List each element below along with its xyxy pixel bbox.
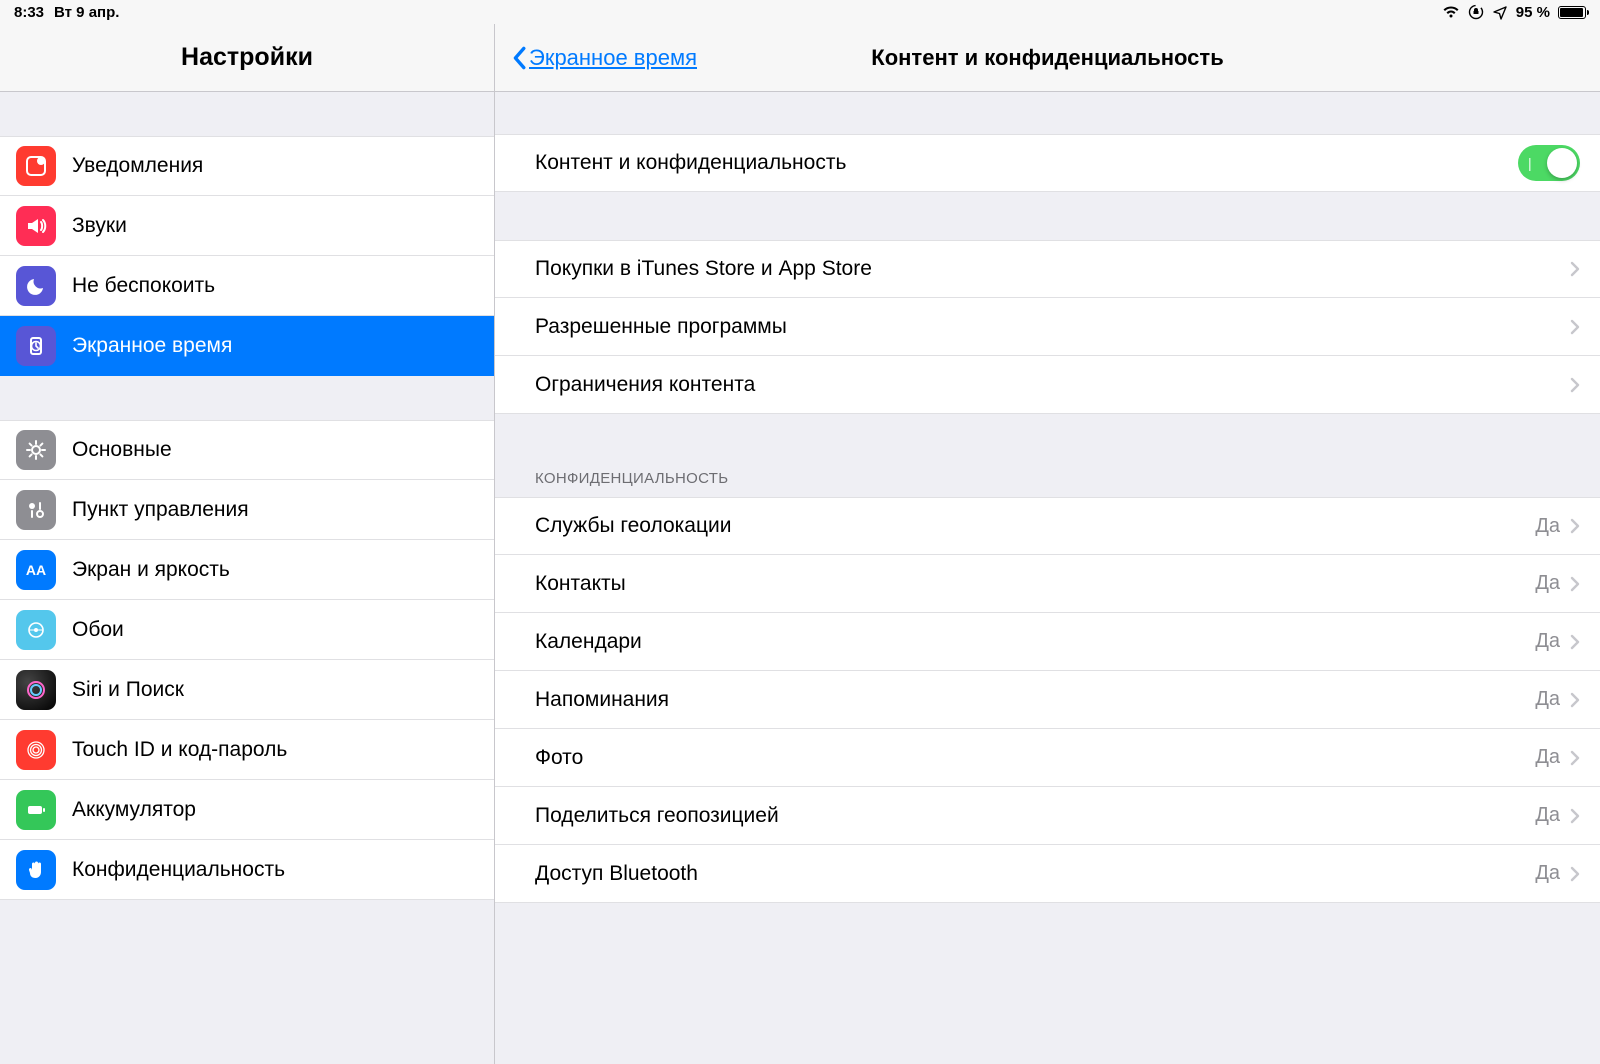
row-label: Покупки в iTunes Store и App Store — [535, 257, 1570, 281]
row-label: Календари — [535, 630, 1535, 654]
privacy-row[interactable]: Доступ Bluetooth Да — [495, 845, 1600, 903]
sidebar-item-label: Не беспокоить — [72, 274, 215, 298]
sidebar-item-label: Основные — [72, 438, 172, 462]
privacy-group-header: КОНФИДЕНЦИАЛЬНОСТЬ — [495, 462, 1600, 497]
orientation-lock-icon — [1468, 4, 1484, 20]
sidebar-item-label: Обои — [72, 618, 124, 642]
row-value: Да — [1535, 862, 1560, 885]
sidebar-item-display[interactable]: Экран и яркость — [0, 540, 494, 600]
chevron-right-icon — [1570, 518, 1580, 534]
sidebar-item-screentime[interactable]: Экранное время — [0, 316, 494, 376]
sidebar-item-battery[interactable]: Аккумулятор — [0, 780, 494, 840]
settings-sidebar: Настройки Уведомления Звуки Не беспокоит… — [0, 24, 495, 1064]
screentime-icon — [16, 326, 56, 366]
sidebar-item-label: Экранное время — [72, 334, 232, 358]
settings-row[interactable]: Разрешенные программы — [495, 298, 1600, 356]
row-label: Напоминания — [535, 688, 1535, 712]
row-label: Службы геолокации — [535, 514, 1535, 538]
chevron-right-icon — [1570, 576, 1580, 592]
battery-icon — [16, 790, 56, 830]
chevron-right-icon — [1570, 808, 1580, 824]
row-value: Да — [1535, 804, 1560, 827]
detail-title: Контент и конфиденциальность — [871, 45, 1223, 71]
sidebar-item-label: Звуки — [72, 214, 127, 238]
battery-percent: 95 % — [1516, 4, 1550, 21]
row-label: Фото — [535, 746, 1535, 770]
row-value: Да — [1535, 515, 1560, 538]
sidebar-item-label: Экран и яркость — [72, 558, 230, 582]
dnd-icon — [16, 266, 56, 306]
sidebar-item-label: Аккумулятор — [72, 798, 196, 822]
chevron-left-icon — [511, 46, 527, 70]
row-value: Да — [1535, 746, 1560, 769]
sidebar-title: Настройки — [181, 43, 313, 72]
row-label: Контакты — [535, 572, 1535, 596]
status-bar: 8:33 Вт 9 апр. 95 % — [0, 0, 1600, 24]
location-icon — [1492, 4, 1508, 20]
chevron-right-icon — [1570, 866, 1580, 882]
chevron-right-icon — [1570, 634, 1580, 650]
sidebar-item-siri[interactable]: Siri и Поиск — [0, 660, 494, 720]
row-label: Поделиться геопозицией — [535, 804, 1535, 828]
privacy-row[interactable]: Контакты Да — [495, 555, 1600, 613]
sidebar-item-wallpaper[interactable]: Обои — [0, 600, 494, 660]
detail-header: Экранное время Контент и конфиденциально… — [495, 24, 1600, 92]
control-icon — [16, 490, 56, 530]
row-label: Доступ Bluetooth — [535, 862, 1535, 886]
chevron-right-icon — [1570, 377, 1580, 393]
privacy-row[interactable]: Календари Да — [495, 613, 1600, 671]
battery-icon — [1558, 6, 1586, 19]
back-button[interactable]: Экранное время — [511, 45, 697, 71]
settings-row[interactable]: Покупки в iTunes Store и App Store — [495, 240, 1600, 298]
row-label: Разрешенные программы — [535, 315, 1570, 339]
toggle-label: Контент и конфиденциальность — [535, 151, 1518, 175]
row-label: Ограничения контента — [535, 373, 1570, 397]
display-icon — [16, 550, 56, 590]
notifications-icon — [16, 146, 56, 186]
wallpaper-icon — [16, 610, 56, 650]
sidebar-item-privacy[interactable]: Конфиденциальность — [0, 840, 494, 900]
privacy-row[interactable]: Фото Да — [495, 729, 1600, 787]
sidebar-item-label: Siri и Поиск — [72, 678, 184, 702]
privacy-row[interactable]: Поделиться геопозицией Да — [495, 787, 1600, 845]
general-icon — [16, 430, 56, 470]
content-privacy-toggle-row[interactable]: Контент и конфиденциальность | — [495, 134, 1600, 192]
sidebar-item-dnd[interactable]: Не беспокоить — [0, 256, 494, 316]
sidebar-item-label: Touch ID и код-пароль — [72, 738, 287, 762]
privacy-icon — [16, 850, 56, 890]
back-label: Экранное время — [529, 45, 697, 71]
sidebar-item-control[interactable]: Пункт управления — [0, 480, 494, 540]
chevron-right-icon — [1570, 261, 1580, 277]
sidebar-item-label: Конфиденциальность — [72, 858, 285, 882]
sidebar-item-sounds[interactable]: Звуки — [0, 196, 494, 256]
privacy-row[interactable]: Напоминания Да — [495, 671, 1600, 729]
siri-icon — [16, 670, 56, 710]
sidebar-item-label: Пункт управления — [72, 498, 249, 522]
row-value: Да — [1535, 630, 1560, 653]
sidebar-item-touchid[interactable]: Touch ID и код-пароль — [0, 720, 494, 780]
chevron-right-icon — [1570, 692, 1580, 708]
content-privacy-toggle[interactable]: | — [1518, 145, 1580, 181]
status-time: 8:33 — [14, 4, 44, 21]
detail-pane: Экранное время Контент и конфиденциально… — [495, 24, 1600, 1064]
wifi-icon — [1442, 5, 1460, 19]
privacy-row[interactable]: Службы геолокации Да — [495, 497, 1600, 555]
sidebar-item-notifications[interactable]: Уведомления — [0, 136, 494, 196]
sidebar-header: Настройки — [0, 24, 494, 92]
sidebar-item-label: Уведомления — [72, 154, 203, 178]
chevron-right-icon — [1570, 319, 1580, 335]
sidebar-item-general[interactable]: Основные — [0, 420, 494, 480]
settings-row[interactable]: Ограничения контента — [495, 356, 1600, 414]
sounds-icon — [16, 206, 56, 246]
status-date: Вт 9 апр. — [54, 4, 119, 21]
chevron-right-icon — [1570, 750, 1580, 766]
row-value: Да — [1535, 688, 1560, 711]
row-value: Да — [1535, 572, 1560, 595]
touchid-icon — [16, 730, 56, 770]
